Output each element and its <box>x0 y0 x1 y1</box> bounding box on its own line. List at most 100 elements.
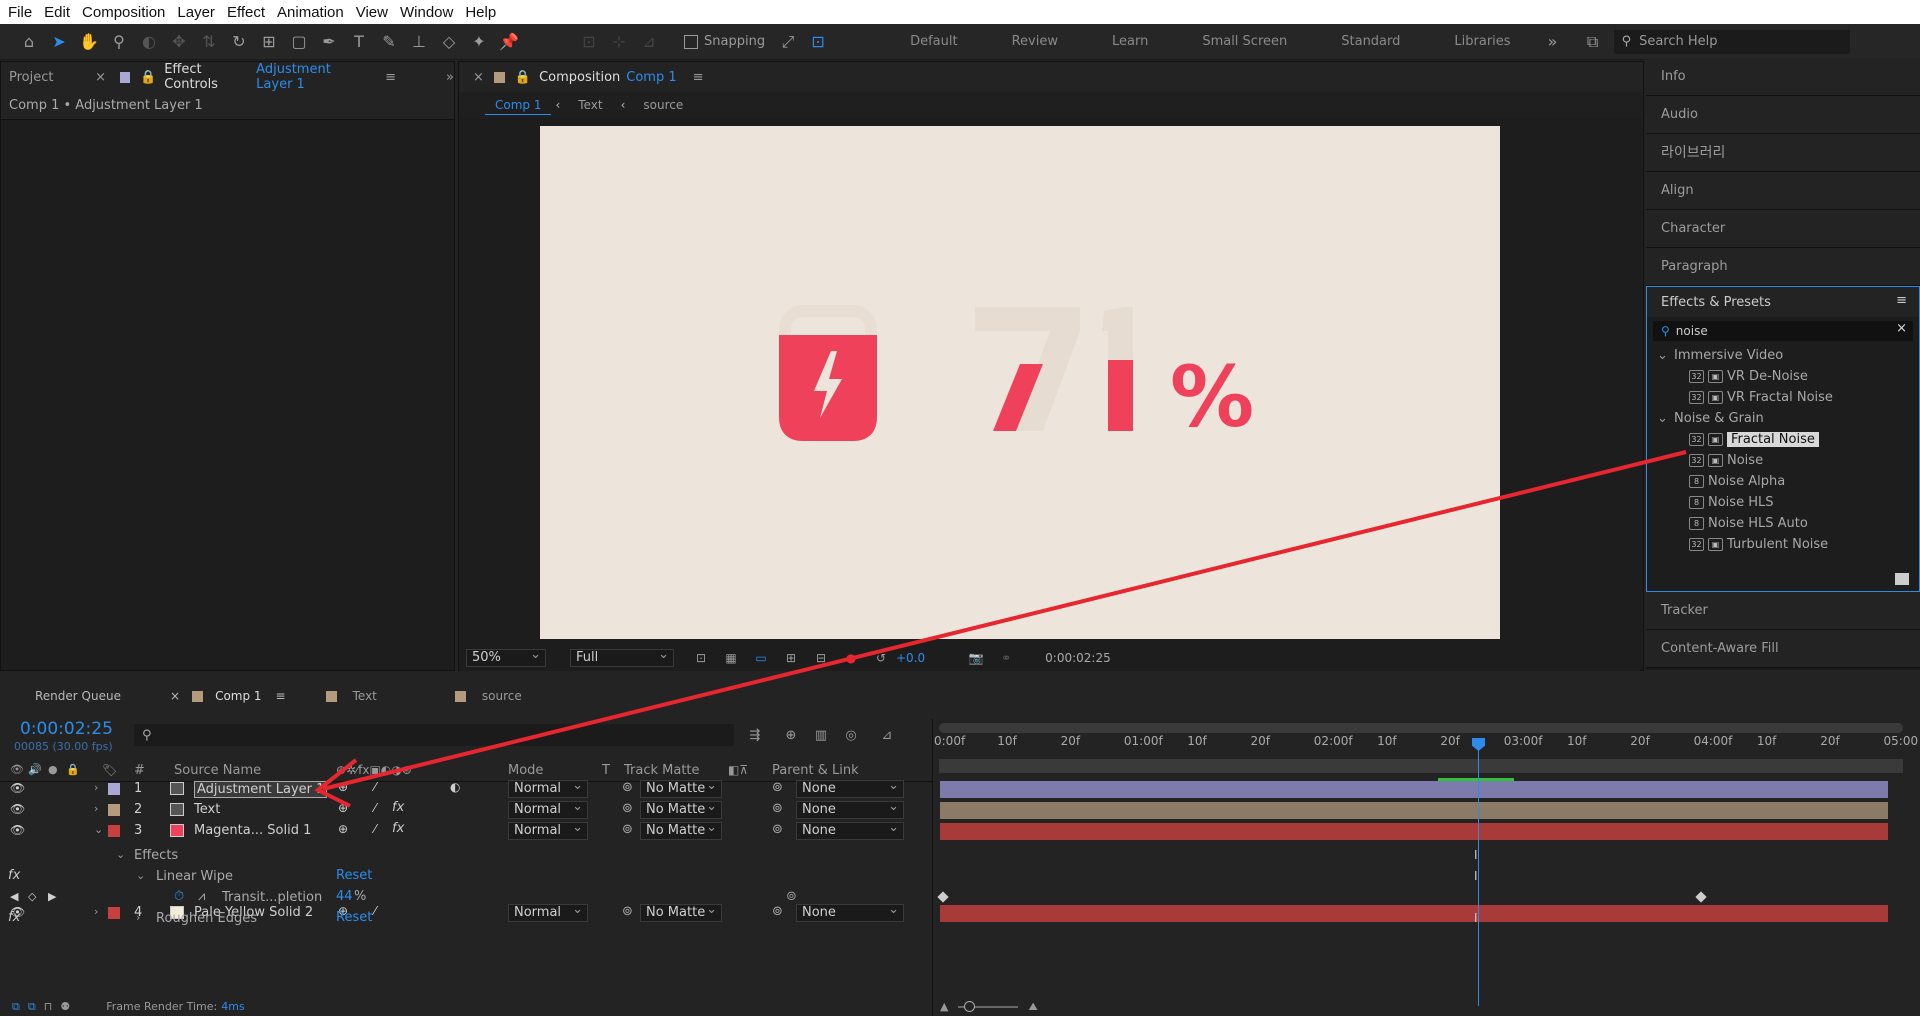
effect-roughen-edges-row[interactable]: fx › Roughen Edges Reset <box>0 909 932 930</box>
layer-name[interactable]: Magenta... Solid 1 <box>194 823 311 838</box>
panel-menu-icon[interactable]: ≡ <box>693 70 704 85</box>
stopwatch-icon[interactable]: ⏱ <box>174 889 184 904</box>
workspace-standard[interactable]: Standard <box>1341 34 1400 49</box>
axis-local-icon[interactable]: ⊡ <box>578 31 600 53</box>
panel-menu-icon[interactable]: ≡ <box>385 70 396 85</box>
pan-tool-icon[interactable]: ✥ <box>168 31 190 53</box>
rectangle-tool-icon[interactable]: ▢ <box>288 31 310 53</box>
frame-blending-icon[interactable]: ◎ <box>840 725 862 747</box>
quality-switch-icon[interactable]: ⁄ <box>374 780 376 794</box>
snap-features-icon[interactable]: ⊡ <box>807 31 829 53</box>
layer-parent-dropdown[interactable]: None <box>796 799 904 819</box>
effects-item[interactable]: 32 ▣ Turbulent Noise <box>1647 534 1919 555</box>
fx-icon[interactable]: fx <box>8 868 20 883</box>
home-icon[interactable]: ⌂ <box>18 31 40 53</box>
next-keyframe-icon[interactable]: ▶ <box>48 890 56 903</box>
effects-search-field[interactable]: ⚲ noise × <box>1653 321 1913 341</box>
rotate-tool-icon[interactable]: ↻ <box>228 31 250 53</box>
chevron-right-icon[interactable]: › <box>94 802 98 815</box>
modes-toggle-icon[interactable]: ⧉ <box>28 1000 36 1014</box>
column-source-name[interactable]: Source Name <box>174 763 261 778</box>
tab-timeline-source[interactable]: source <box>482 689 522 703</box>
transition-completion-row[interactable]: ◀ ◇ ▶ ⏱ ⩘ Transit...pletion 44 % ⊚ <box>0 888 932 909</box>
lock-icon[interactable]: 🔒 <box>140 70 156 85</box>
tab-project[interactable]: Project <box>9 70 81 85</box>
parent-pickwhip-icon[interactable]: ⊚ <box>772 801 783 816</box>
effects-item[interactable]: 32 ▣ Fractal Noise <box>1647 429 1919 450</box>
layer-row[interactable]: 👁 ⌄ 3 Magenta... Solid 1 ⊕ ⁄ fx Normal ⊚ No Matte… <box>0 820 932 842</box>
clear-search-icon[interactable]: × <box>1896 321 1907 336</box>
prev-keyframe-icon[interactable]: ◀ <box>10 890 18 903</box>
chevron-down-icon[interactable]: ⌄ <box>116 848 125 861</box>
color-channel-icon[interactable]: ● <box>840 647 862 669</box>
composition-canvas[interactable]: % <box>540 126 1500 639</box>
effects-group[interactable]: ⌄ Noise & Grain <box>1647 408 1919 429</box>
type-tool-icon[interactable]: T <box>348 31 370 53</box>
panel-character[interactable]: Character <box>1646 210 1920 248</box>
fx-icon[interactable]: fx <box>8 910 20 925</box>
shy-switch-icon[interactable]: ⊕ <box>338 822 348 836</box>
comp-timecode[interactable]: 0:00:02:25 <box>1045 651 1111 665</box>
layer-parent-dropdown[interactable]: None <box>796 778 904 798</box>
effects-item[interactable]: 32 ▣ VR Fractal Noise <box>1647 387 1919 408</box>
panel-overflow-icon[interactable]: » <box>446 70 454 85</box>
timeline-navigator[interactable] <box>939 759 1903 773</box>
panel-align[interactable]: Align <box>1646 172 1920 210</box>
effects-group[interactable]: ⌄ Immersive Video <box>1647 345 1919 366</box>
visibility-eye-icon[interactable]: 👁 <box>10 802 25 816</box>
layer-parent-dropdown[interactable]: None <box>796 820 904 840</box>
quality-switch-icon[interactable]: ⁄ <box>374 822 376 836</box>
parent-pickwhip-icon[interactable]: ⊚ <box>772 822 783 837</box>
pen-tool-icon[interactable]: ✒ <box>318 31 340 53</box>
parent-pickwhip-icon[interactable]: ⊚ <box>772 780 783 795</box>
matte-pickwhip-icon[interactable]: ⊚ <box>622 780 633 795</box>
tab-render-queue[interactable]: Render Queue <box>35 689 165 703</box>
exposure-value[interactable]: +0.0 <box>896 651 925 665</box>
reset-exposure-icon[interactable]: ↺ <box>870 647 892 669</box>
zoom-in-icon[interactable]: ⛰ <box>1028 1000 1037 1014</box>
snapshot-icon[interactable]: 📷 <box>965 647 987 669</box>
nav-source[interactable]: source <box>643 98 683 112</box>
workspaces-overflow-icon[interactable]: » <box>1542 31 1564 53</box>
matte-pickwhip-icon[interactable]: ⊚ <box>622 801 633 816</box>
layer-row[interactable]: 👁 › 1 Adjustment Layer 1 ⊕ ⁄ ◐ Normal ⊚ No Matte ⊚… <box>0 778 932 800</box>
axis-world-icon[interactable]: ⊹ <box>608 31 630 53</box>
effects-item[interactable]: 8▣Noise Alpha <box>1647 471 1919 492</box>
transition-completion-value[interactable]: 44 <box>336 889 353 904</box>
zoom-tool-icon[interactable]: ⚲ <box>108 31 130 53</box>
timeline-timecode[interactable]: 0:00:02:25 <box>20 719 113 739</box>
work-area-bar[interactable] <box>939 723 1903 733</box>
snap-edges-icon[interactable]: ⤢ <box>777 31 799 53</box>
close-icon[interactable]: × <box>473 70 484 85</box>
effects-item[interactable]: 32 ▣ VR De-Noise <box>1647 366 1919 387</box>
effects-item[interactable]: 8▣Noise HLS <box>1647 492 1919 513</box>
layer-mode-dropdown[interactable]: Normal <box>508 778 588 798</box>
effects-item[interactable]: 32 ▣ Noise <box>1647 450 1919 471</box>
chevron-down-icon[interactable]: ⌄ <box>136 869 145 882</box>
dolly-tool-icon[interactable]: ⇅ <box>198 31 220 53</box>
effect-controls-layer-name[interactable]: Adjustment Layer 1 <box>256 62 371 92</box>
layer-track-matte-dropdown[interactable]: No Matte <box>640 799 722 819</box>
menu-edit[interactable]: Edit <box>44 4 70 21</box>
visibility-eye-icon[interactable]: 👁 <box>10 781 25 795</box>
orbit-tool-icon[interactable]: ◐ <box>138 31 160 53</box>
chevron-right-icon[interactable]: › <box>136 911 140 924</box>
adjustment-switch-icon[interactable]: ◐ <box>450 780 460 794</box>
lock-icon[interactable]: 🔒 <box>515 70 531 85</box>
layer-label-color[interactable] <box>108 825 120 837</box>
effects-group-row[interactable]: ⌄ Effects <box>0 846 932 867</box>
layer-label-color[interactable] <box>108 804 120 816</box>
reset-button[interactable]: Reset <box>336 868 372 883</box>
tab-composition[interactable]: Composition <box>539 70 620 85</box>
menu-window[interactable]: Window <box>400 4 453 21</box>
search-help-field[interactable]: ⚲ Search Help <box>1613 29 1850 54</box>
menu-animation[interactable]: Animation <box>277 4 344 21</box>
panel-menu-icon[interactable]: ≡ <box>1896 293 1907 308</box>
layer-track-matte-dropdown[interactable]: No Matte <box>640 820 722 840</box>
clone-stamp-icon[interactable]: ⊥ <box>408 31 430 53</box>
hand-tool-icon[interactable]: ✋ <box>78 31 100 53</box>
panel-tracker[interactable]: Tracker <box>1646 592 1920 630</box>
pickwhip-icon[interactable]: ⊚ <box>786 889 797 904</box>
shy-switch-icon[interactable]: ⊕ <box>338 780 348 794</box>
panel-content-aware-fill[interactable]: Content-Aware Fill <box>1646 630 1920 668</box>
